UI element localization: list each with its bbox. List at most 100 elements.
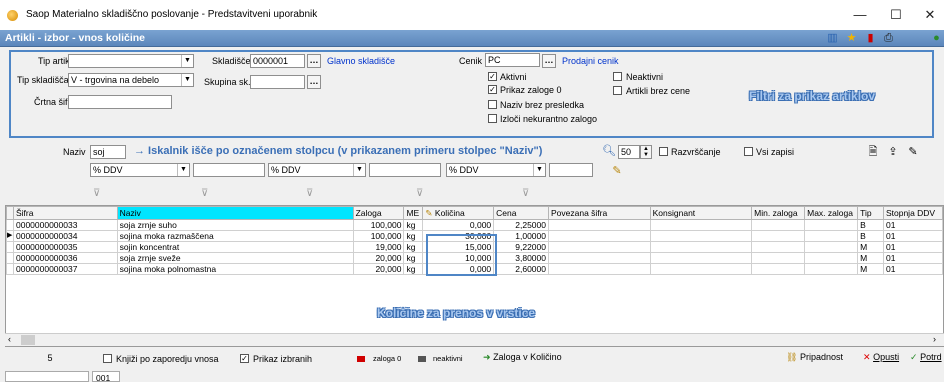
cenik-field[interactable]: PC bbox=[485, 53, 540, 67]
cell-sifra: 0000000000034 bbox=[12, 230, 118, 242]
prikaz-izbranih-checkbox[interactable]: ✓ bbox=[240, 354, 249, 363]
cell-kolicina[interactable]: 10,000 bbox=[422, 252, 495, 264]
favorite-star-icon[interactable]: ★ bbox=[845, 32, 858, 45]
table-row[interactable]: 0000000000035 sojin koncentrat 19,000 kg 15,… bbox=[6, 241, 943, 253]
form-title: Artikli - izbor - vnos količine bbox=[5, 32, 146, 44]
tip-artikla-combo[interactable]: ▼ bbox=[68, 54, 194, 68]
column-filter-icon[interactable]: ⊽ bbox=[522, 188, 532, 199]
izloci-nekurantno-label: Izloči nekurantno zalogo bbox=[500, 114, 598, 124]
column-filter-icon[interactable]: ⊽ bbox=[93, 188, 103, 199]
aktivni-checkbox[interactable]: ✓ bbox=[488, 72, 497, 81]
table-row[interactable]: 0000000000033 soja zrnje suho 100,000 kg 0,0… bbox=[6, 219, 943, 231]
naziv-brez-presledka-checkbox[interactable] bbox=[488, 100, 497, 109]
column-filter-icon[interactable]: ⊽ bbox=[201, 188, 211, 199]
cell-kolicina[interactable]: 15,000 bbox=[422, 241, 495, 253]
cell-kolicina[interactable]: 0,000 bbox=[422, 219, 495, 231]
cell-empty bbox=[649, 252, 753, 264]
cell-tip: M bbox=[857, 252, 884, 264]
col-tip[interactable]: Tip bbox=[857, 206, 884, 220]
artikli-brez-cene-checkbox[interactable] bbox=[613, 86, 622, 95]
skupina-browse-button[interactable]: … bbox=[307, 75, 321, 89]
skupina-field[interactable] bbox=[250, 75, 305, 89]
col-sifra[interactable]: Šifra bbox=[12, 206, 118, 220]
naziv-search-input[interactable]: soj bbox=[90, 145, 126, 159]
knjizi-checkbox[interactable] bbox=[103, 354, 112, 363]
ddv-value-field-3[interactable] bbox=[549, 163, 593, 177]
col-povezana-sifra[interactable]: Povezana šifra bbox=[548, 206, 651, 220]
count-spinner[interactable]: ▲ ▼ bbox=[640, 145, 652, 159]
izloci-nekurantno-checkbox[interactable] bbox=[488, 114, 497, 123]
scroll-right-icon[interactable]: › bbox=[933, 334, 936, 344]
vsi-zapisi-checkbox[interactable] bbox=[744, 147, 753, 156]
tip-skladisca-combo[interactable]: V - trgovina na debelo ▼ bbox=[68, 73, 194, 87]
cell-me: kg bbox=[403, 219, 424, 231]
edit-icon[interactable]: ✎ bbox=[906, 145, 920, 159]
table-row[interactable]: 0000000000036 soja zrnje sveže 20,000 kg 10,… bbox=[6, 252, 943, 264]
cell-empty bbox=[804, 219, 859, 231]
cell-empty bbox=[650, 275, 752, 286]
maximize-button[interactable]: ☐ bbox=[884, 4, 908, 26]
pripadnost-button[interactable]: ⛓ Pripadnost bbox=[786, 352, 843, 363]
status-cell-1 bbox=[5, 371, 89, 382]
cell-tip: B bbox=[857, 230, 884, 242]
cell-naziv: sojin koncentrat bbox=[116, 241, 354, 253]
razvrscanje-checkbox[interactable] bbox=[659, 147, 668, 156]
export-icon[interactable]: ⇪ bbox=[886, 145, 900, 159]
scroll-thumb[interactable] bbox=[21, 335, 35, 345]
ddv-combo-1[interactable]: % DDV ▼ bbox=[90, 163, 190, 177]
cell-empty bbox=[805, 275, 858, 286]
cell-empty bbox=[494, 275, 549, 286]
naziv-brez-presledka-label: Naziv brez presledka bbox=[500, 100, 585, 110]
table-row[interactable]: ▶ 0000000000034 sojina moka razmaščena 100,… bbox=[6, 230, 943, 242]
ddv-value-field-2[interactable] bbox=[369, 163, 441, 177]
legend-red-swatch bbox=[357, 356, 365, 362]
ddv-combo-2[interactable]: % DDV ▼ bbox=[268, 163, 366, 177]
new-document-icon[interactable]: 🗎 bbox=[866, 145, 880, 159]
cell-kolicina[interactable]: 0,000 bbox=[422, 263, 495, 275]
zaloga-v-kolicino-button[interactable]: ➜ Zaloga v Količino bbox=[483, 352, 562, 363]
cell-empty bbox=[804, 263, 859, 275]
legend-neaktivni-label: neaktivni bbox=[433, 354, 463, 363]
neaktivni-checkbox[interactable] bbox=[613, 72, 622, 81]
col-zaloga[interactable]: Zaloga bbox=[352, 206, 405, 220]
table-row[interactable]: 0000000000037 sojina moka polnomastna 20,0… bbox=[6, 263, 943, 275]
pencil-icon: ✎ bbox=[425, 207, 433, 218]
col-max-zaloga[interactable]: Max. zaloga bbox=[804, 206, 859, 220]
skladisce-browse-button[interactable]: … bbox=[307, 54, 321, 68]
search-icon[interactable]: 🔍︎ bbox=[602, 144, 616, 158]
col-min-zaloga[interactable]: Min. zaloga bbox=[751, 206, 806, 220]
col-naziv[interactable]: Naziv bbox=[116, 206, 354, 220]
help-globe-icon[interactable]: ● bbox=[930, 32, 943, 45]
potrdi-button[interactable]: ✓ Potrd bbox=[910, 352, 942, 363]
cell-zaloga: 100,000 bbox=[352, 219, 405, 231]
crtna-sifra-field[interactable] bbox=[68, 95, 172, 109]
print-icon[interactable]: ⎙ bbox=[882, 32, 895, 45]
col-konsignant[interactable]: Konsignant bbox=[649, 206, 753, 220]
neaktivni-label: Neaktivni bbox=[626, 72, 664, 82]
columns-icon[interactable]: ▥ bbox=[826, 32, 839, 45]
column-filter-icon[interactable]: ⊽ bbox=[306, 188, 316, 199]
col-stopnja-ddv[interactable]: Stopnja DDV bbox=[882, 206, 943, 220]
opusti-button[interactable]: ✕ Opusti bbox=[863, 352, 899, 363]
skladisce-field[interactable]: 0000001 bbox=[250, 54, 305, 68]
ddv-combo-3[interactable]: % DDV ▼ bbox=[446, 163, 546, 177]
opusti-label: Opusti bbox=[873, 352, 900, 362]
cenik-browse-button[interactable]: … bbox=[542, 54, 556, 68]
col-kolicina[interactable]: ✎ Količina bbox=[422, 206, 495, 220]
close-button[interactable]: ✕ bbox=[918, 4, 942, 26]
minimize-button[interactable]: — bbox=[848, 4, 872, 26]
cell-kolicina[interactable]: 30,000 bbox=[422, 230, 495, 242]
pdf-icon[interactable]: ▮ bbox=[864, 32, 877, 45]
clear-filter-icon[interactable]: ✎ bbox=[610, 164, 624, 178]
articles-grid[interactable]: Šifra Naziv Zaloga ME ✎ Količina Cena Po… bbox=[5, 205, 944, 347]
ddv-value-field-1[interactable] bbox=[193, 163, 265, 177]
prikaz-zaloge-label: Prikaz zaloge 0 bbox=[500, 85, 562, 95]
count-input[interactable]: 50 bbox=[618, 145, 640, 159]
horizontal-scrollbar[interactable]: ‹ › bbox=[5, 333, 944, 346]
scroll-left-icon[interactable]: ‹ bbox=[8, 334, 11, 344]
col-me[interactable]: ME bbox=[403, 206, 424, 220]
column-filter-icon[interactable]: ⊽ bbox=[416, 188, 426, 199]
col-cena[interactable]: Cena bbox=[493, 206, 549, 220]
prikaz-zaloge-checkbox[interactable]: ✓ bbox=[488, 85, 497, 94]
row-indicator bbox=[6, 241, 14, 253]
